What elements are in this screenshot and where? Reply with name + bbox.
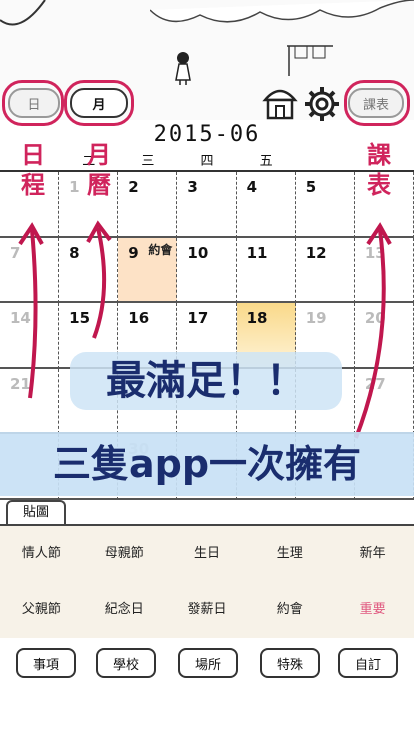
arrow-up-icon bbox=[86, 220, 112, 339]
sticker-label: 重要 bbox=[359, 602, 386, 617]
sticker-period[interactable]: 生理 bbox=[248, 526, 331, 582]
cloud-doodle-icon bbox=[150, 0, 414, 23]
month-title: 2015-06 bbox=[153, 122, 261, 147]
weekday-header: 二 三 四 五 bbox=[0, 150, 414, 170]
sticker-important[interactable]: 重要 bbox=[331, 582, 414, 638]
category-custom-button[interactable]: 自訂 bbox=[338, 648, 398, 678]
calendar-day-cell[interactable]: 2 bbox=[118, 172, 178, 238]
date-sticker: 約會 bbox=[148, 242, 173, 257]
calendar-day-cell[interactable]: 4 bbox=[236, 172, 296, 238]
calendar-day-cell[interactable]: 5 bbox=[295, 172, 355, 238]
sticker-label: 紀念日 bbox=[104, 602, 144, 617]
laundry-line-icon bbox=[287, 45, 333, 76]
girl-doodle-icon bbox=[175, 52, 191, 85]
timetable-label: 課表 bbox=[367, 140, 391, 199]
sticker-label: 發薪日 bbox=[187, 602, 227, 617]
sticker-label: 情人節 bbox=[21, 546, 61, 561]
category-bar: 事項 學校 場所 特殊 自訂 bbox=[0, 640, 414, 736]
timetable-button-highlight bbox=[344, 80, 410, 126]
gear-icon[interactable] bbox=[303, 85, 341, 123]
schedule-label: 日程 bbox=[21, 140, 45, 199]
sticker-fathers-day[interactable]: 父親節 bbox=[0, 582, 83, 638]
weekday-label: 三 bbox=[141, 154, 155, 169]
calendar-day-cell-event[interactable]: 9 約會 bbox=[118, 237, 178, 304]
sticker-payday[interactable]: 發薪日 bbox=[166, 582, 249, 638]
sticker-date[interactable]: 約會 bbox=[248, 582, 331, 638]
calendar-day-cell[interactable]: 3 bbox=[177, 172, 237, 238]
month-button-highlight bbox=[64, 80, 134, 126]
category-school-button[interactable]: 學校 bbox=[96, 648, 156, 678]
sticker-mothers-day[interactable]: 母親節 bbox=[83, 526, 166, 582]
weekday-label: 四 bbox=[200, 154, 214, 169]
category-events-button[interactable]: 事項 bbox=[16, 648, 76, 678]
sticker-birthday[interactable]: 生日 bbox=[166, 526, 249, 582]
sticker-tab[interactable]: 貼圖 bbox=[6, 500, 66, 526]
arrow-up-icon bbox=[354, 222, 392, 439]
sticker-new-year[interactable]: 新年 bbox=[331, 526, 414, 582]
weekday-label: 五 bbox=[259, 154, 273, 169]
category-places-button[interactable]: 場所 bbox=[178, 648, 238, 678]
calendar-day-cell[interactable]: 10 bbox=[177, 237, 237, 304]
sticker-valentines[interactable]: 情人節 bbox=[0, 526, 83, 582]
promo-banner-top: 最滿足！！ bbox=[70, 352, 342, 410]
calendar-day-cell[interactable]: 11 bbox=[236, 237, 296, 304]
sticker-label: 生理 bbox=[276, 546, 303, 561]
calendar-label: 月曆 bbox=[87, 140, 111, 199]
day-number: 9 bbox=[128, 243, 139, 262]
weekday-label bbox=[296, 150, 355, 170]
sticker-label: 約會 bbox=[276, 602, 303, 617]
arrow-up-icon bbox=[18, 222, 44, 399]
day-button-highlight bbox=[2, 80, 64, 126]
sticker-label: 新年 bbox=[359, 546, 386, 561]
moon-doodle-icon bbox=[0, 0, 46, 26]
sticker-anniversary[interactable]: 紀念日 bbox=[83, 582, 166, 638]
sticker-label: 生日 bbox=[193, 546, 220, 561]
promo-banner-bottom: 三隻app一次擁有 bbox=[0, 432, 414, 496]
house-icon[interactable] bbox=[262, 82, 298, 120]
sticker-label: 母親節 bbox=[104, 546, 144, 561]
calendar-day-cell[interactable]: 12 bbox=[295, 237, 355, 304]
sticker-panel: 情人節 母親節 生日 生理 新年 父親節 紀念日 發薪日 約會 重要 bbox=[0, 524, 414, 638]
category-special-button[interactable]: 特殊 bbox=[260, 648, 320, 678]
sticker-label: 父親節 bbox=[21, 602, 61, 617]
